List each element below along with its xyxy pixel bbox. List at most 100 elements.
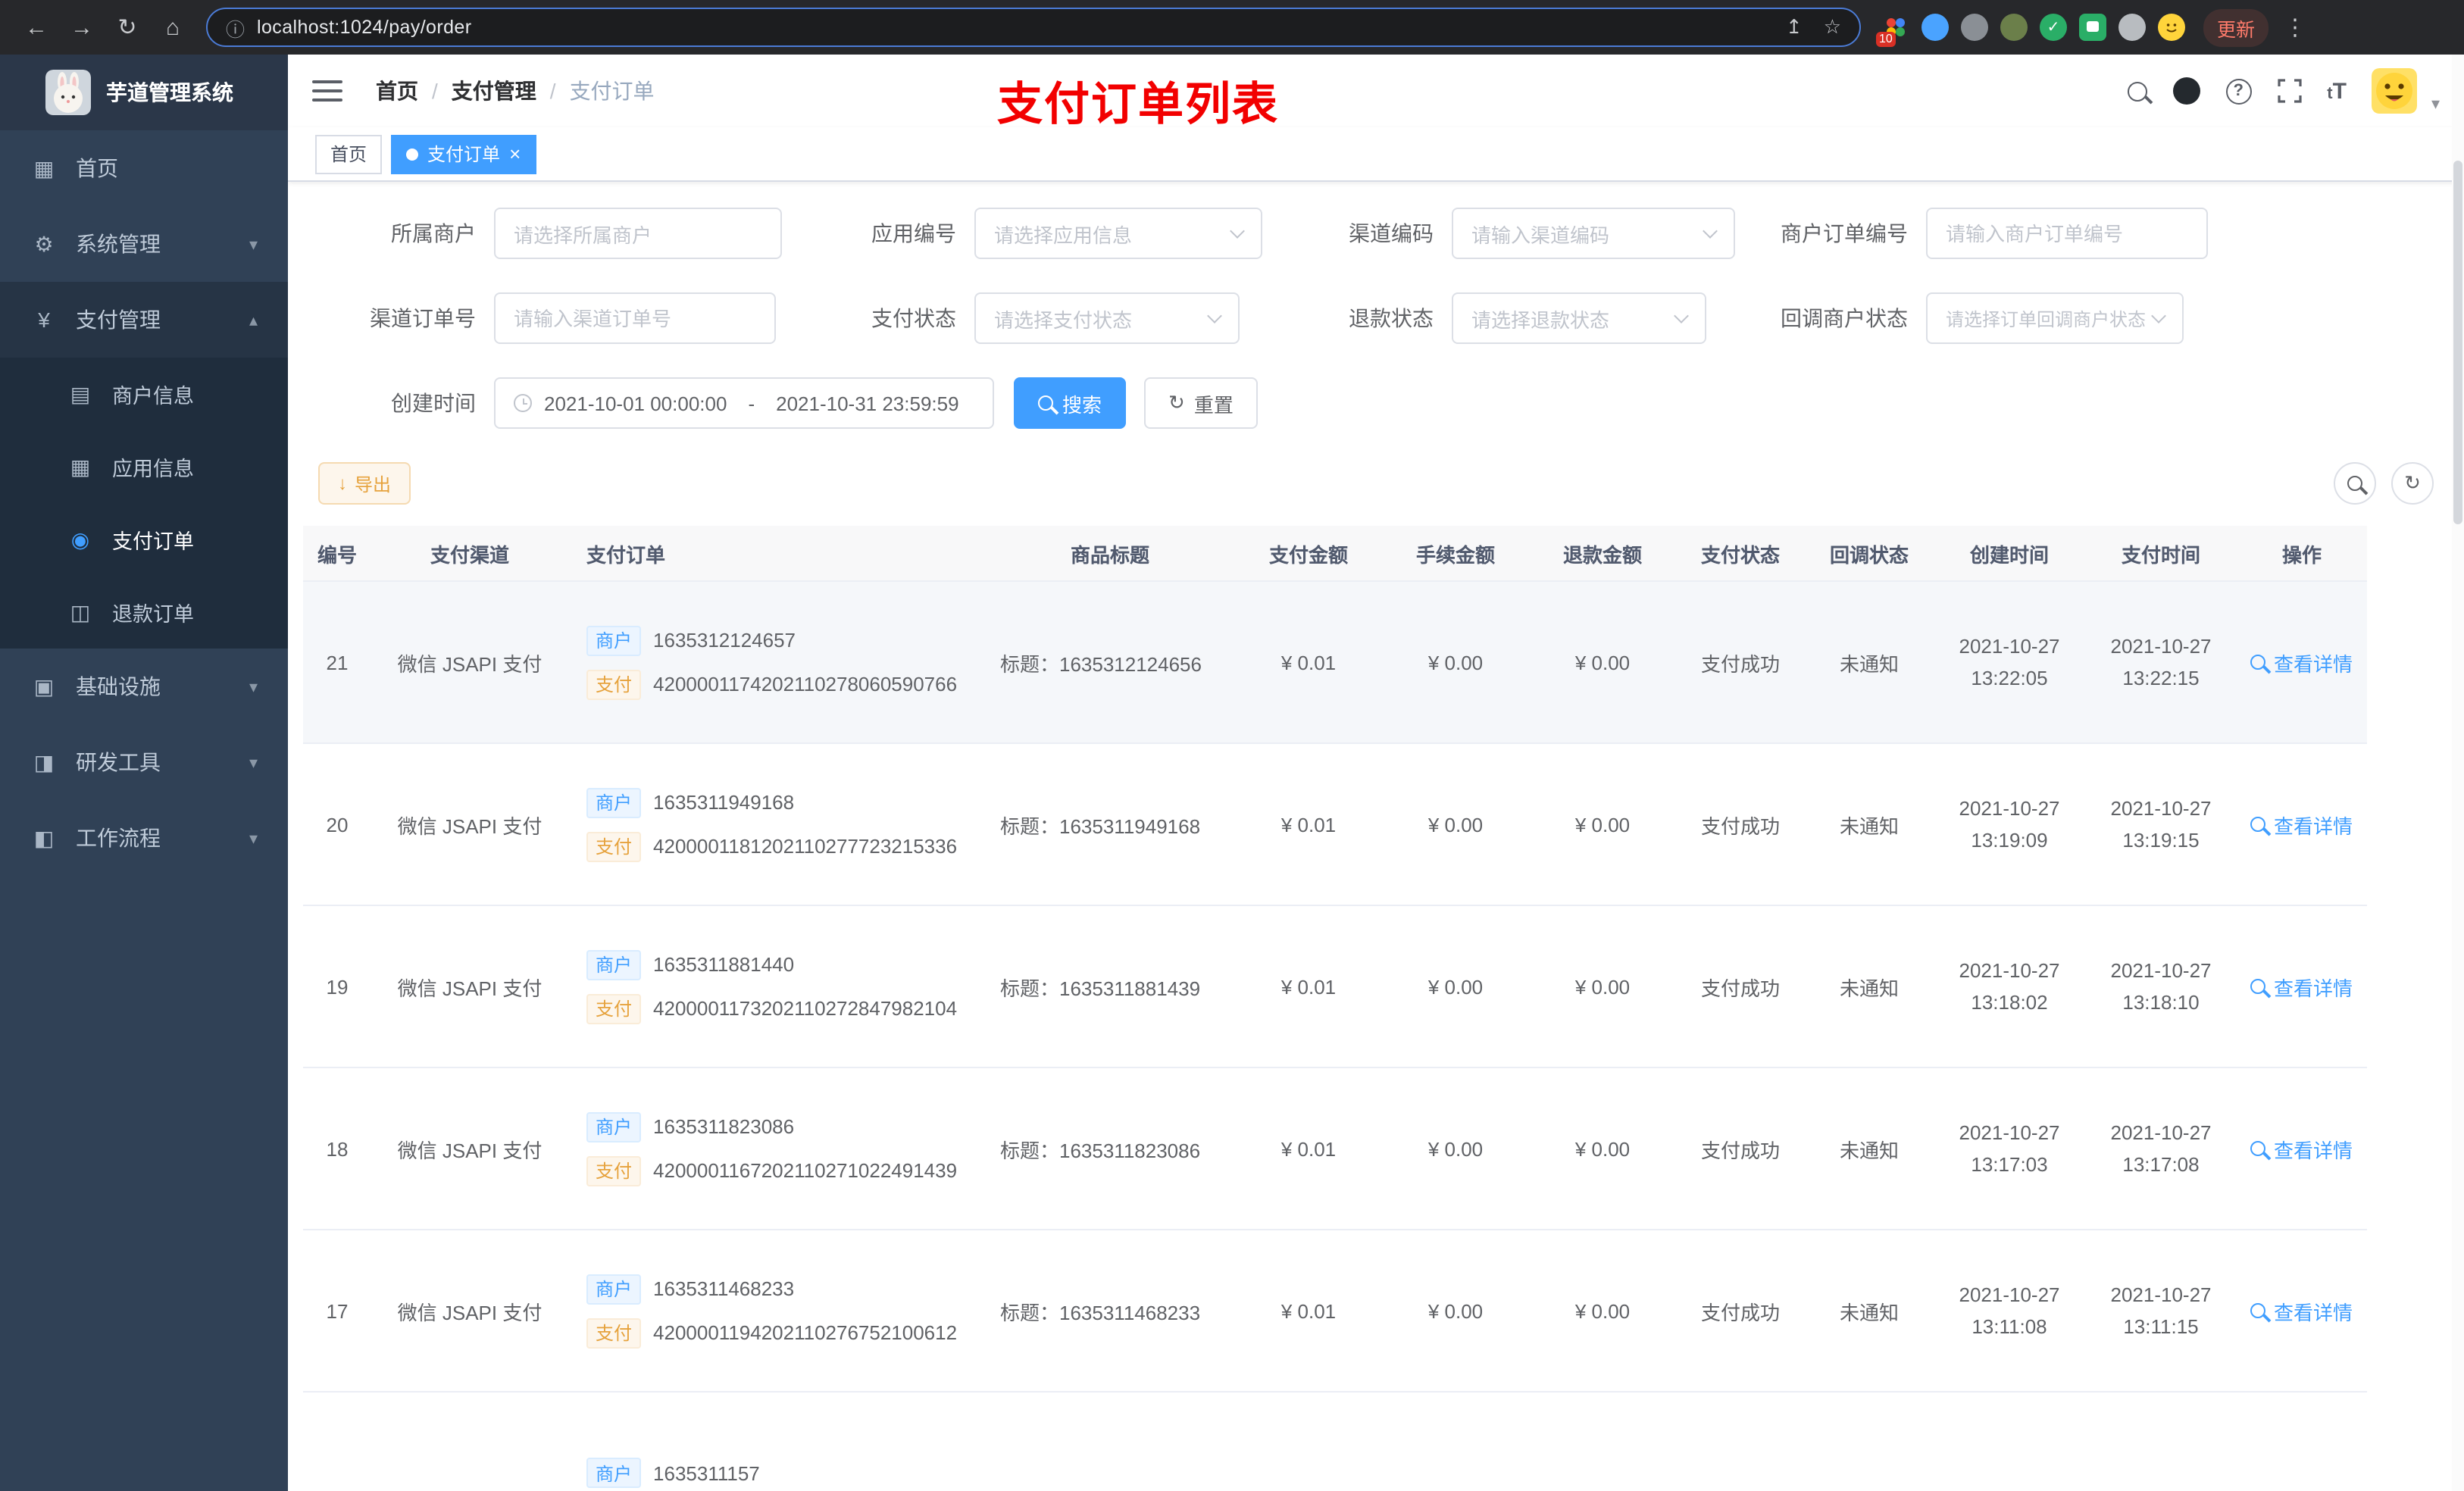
tab-home[interactable]: 首页 [315, 134, 383, 173]
pay-amount: ¥ 0.01 [1280, 975, 1337, 998]
github-icon[interactable] [2172, 77, 2200, 105]
order-id: 20 [326, 813, 349, 836]
merchant-select[interactable]: 请选择所属商户 [494, 208, 782, 259]
product-title: 标题：1635311881439 [1000, 977, 1201, 999]
avatar[interactable] [2372, 68, 2418, 114]
toggle-search-button[interactable] [2334, 462, 2376, 505]
callback-status-select[interactable]: 请选择订单回调商户状态 [1926, 292, 2184, 344]
sidebar-item-refund-order[interactable]: ◫ 退款订单 [0, 576, 288, 649]
sidebar-item-devtools[interactable]: ◨ 研发工具 ▾ [0, 724, 288, 800]
font-size-icon[interactable]: tT [2327, 78, 2347, 104]
refund-status-select[interactable]: 请选择退款状态 [1452, 292, 1706, 344]
page-header: 首页 / 支付管理 / 支付订单 支付订单列表 ? tT ▾ [288, 55, 2464, 130]
merchant-order-no: 1635311468233 [653, 1277, 795, 1300]
merchant-tag: 商户 [586, 625, 642, 655]
bookmark-star-icon[interactable]: ☆ [1824, 15, 1841, 39]
url-text: localhost:1024/pay/order [257, 17, 472, 38]
extension-emoji-icon[interactable] [2158, 14, 2185, 41]
header-actions: ? tT ▾ [2127, 68, 2440, 114]
chevron-down-icon [1674, 308, 1689, 323]
create-time-cell: 2021-10-27 13:22:05 [1959, 634, 2060, 689]
tab-pay-order[interactable]: 支付订单 × [391, 134, 536, 173]
col-order: 支付订单 [586, 543, 666, 566]
channel-order-no-input[interactable] [494, 292, 776, 344]
notify-status: 未通知 [1839, 814, 1899, 837]
sidebar-item-home[interactable]: ▦ 首页 [0, 130, 288, 206]
app-select[interactable]: 请选择应用信息 [974, 208, 1262, 259]
clock-icon [514, 394, 532, 412]
col-amount: 支付金额 [1268, 543, 1348, 566]
back-icon[interactable]: ← [15, 6, 58, 48]
channel-code-select[interactable]: 请输入渠道编码 [1452, 208, 1735, 259]
view-detail-link[interactable]: 查看详情 [2250, 648, 2353, 677]
sidebar-item-payment[interactable]: ¥ 支付管理 ▴ [0, 282, 288, 358]
action-cell: 查看详情 [2237, 1068, 2367, 1229]
reset-button[interactable]: ↻ 重置 [1144, 377, 1258, 429]
browser-update-button[interactable]: 更新 [2203, 8, 2269, 46]
breadcrumb-home[interactable]: 首页 [376, 76, 418, 106]
sidebar-item-app-info[interactable]: ▦ 应用信息 [0, 430, 288, 503]
breadcrumb-current: 支付订单 [569, 79, 655, 103]
action-cell: 查看详情 [2237, 582, 2367, 742]
reload-icon[interactable]: ↻ [106, 6, 149, 48]
action-cell: 查看详情 [2237, 906, 2367, 1067]
home-icon[interactable]: ⌂ [152, 6, 194, 48]
site-info-icon[interactable]: ⓘ [226, 13, 245, 42]
date-range-picker[interactable]: 2021-10-01 00:00:00 - 2021-10-31 23:59:5… [494, 377, 994, 429]
download-icon: ↓ [338, 473, 347, 494]
pay-status: 支付成功 [1700, 652, 1780, 675]
extension-pin-icon[interactable] [2118, 14, 2146, 41]
extension-drop-icon[interactable] [1921, 14, 1949, 41]
sidebar-item-pay-order[interactable]: ◉ 支付订单 [0, 503, 288, 576]
sidebar-item-infrastructure[interactable]: ▣ 基础设施 ▾ [0, 649, 288, 724]
merchant-tag: 商户 [586, 1274, 642, 1304]
address-bar[interactable]: ⓘ localhost:1024/pay/order ↥ ☆ [206, 8, 1861, 47]
browser-toolbar: ← → ↻ ⌂ ⓘ localhost:1024/pay/order ↥ ☆ 1… [0, 0, 2464, 55]
pay-order-cell: 商户 1635312124657 支付 42000011742021102780… [568, 582, 985, 742]
table-row: 20 微信 JSAPI 支付 商户 1635311949168 支付 42000… [303, 744, 2367, 906]
product-title: 标题：1635311468233 [1000, 1301, 1201, 1324]
search-icon[interactable] [2127, 81, 2147, 101]
pay-channel [371, 1393, 568, 1491]
help-icon[interactable]: ? [2225, 78, 2252, 104]
extensions-puzzle-icon[interactable]: 10 [1876, 14, 1909, 47]
search-button[interactable]: 搜索 [1014, 377, 1127, 429]
filter-label-app: 应用编号 [871, 221, 956, 245]
target-icon: ◉ [70, 527, 90, 551]
product-title [985, 1393, 1235, 1491]
table-row: 21 微信 JSAPI 支付 商户 1635312124657 支付 42000… [303, 582, 2367, 744]
chevron-down-icon [2151, 308, 2166, 323]
sidebar-item-system[interactable]: ⚙ 系统管理 ▾ [0, 206, 288, 282]
extension-check-icon[interactable]: ✓ [2040, 14, 2067, 41]
pay-status-select[interactable]: 请选择支付状态 [974, 292, 1240, 344]
browser-menu-icon[interactable]: ⋮ [2284, 14, 2306, 41]
view-detail-link[interactable]: 查看详情 [2250, 1296, 2353, 1325]
yen-icon: ¥ [38, 308, 50, 332]
view-detail-link[interactable]: 查看详情 [2250, 972, 2353, 1001]
pay-amount [1235, 1393, 1382, 1491]
merchant-order-no-input[interactable] [1926, 208, 2208, 259]
forward-icon[interactable]: → [61, 6, 103, 48]
chevron-down-icon [1703, 223, 1718, 238]
tab-close-icon[interactable]: × [509, 144, 521, 164]
refresh-table-button[interactable]: ↻ [2391, 462, 2434, 505]
export-button[interactable]: ↓ 导出 [318, 462, 411, 505]
share-icon[interactable]: ↥ [1786, 15, 1803, 39]
scrollbar-thumb[interactable] [2453, 161, 2462, 524]
channel-order-no: 4200001194202110276752100612 [653, 1321, 958, 1344]
extension-wechat-icon[interactable] [2079, 14, 2106, 41]
fullscreen-icon[interactable] [2277, 79, 2301, 103]
view-detail-link[interactable]: 查看详情 [2250, 810, 2353, 839]
sidebar-item-workflow[interactable]: ◧ 工作流程 ▾ [0, 800, 288, 876]
sidebar-toggle-icon[interactable] [312, 80, 342, 102]
notify-status: 未通知 [1839, 1139, 1899, 1161]
view-detail-link[interactable]: 查看详情 [2250, 1134, 2353, 1163]
scrollbar[interactable] [2452, 55, 2464, 1491]
pay-tag: 支付 [586, 831, 642, 861]
sidebar-item-merchant-info[interactable]: ▤ 商户信息 [0, 358, 288, 430]
pay-status: 支付成功 [1700, 1139, 1780, 1161]
app-logo[interactable]: 芋道管理系统 [0, 55, 288, 130]
filter-label-merchant-order-no: 商户订单编号 [1781, 221, 1908, 245]
extension-olive-icon[interactable] [2000, 14, 2028, 41]
extension-gray-icon[interactable] [1961, 14, 1988, 41]
